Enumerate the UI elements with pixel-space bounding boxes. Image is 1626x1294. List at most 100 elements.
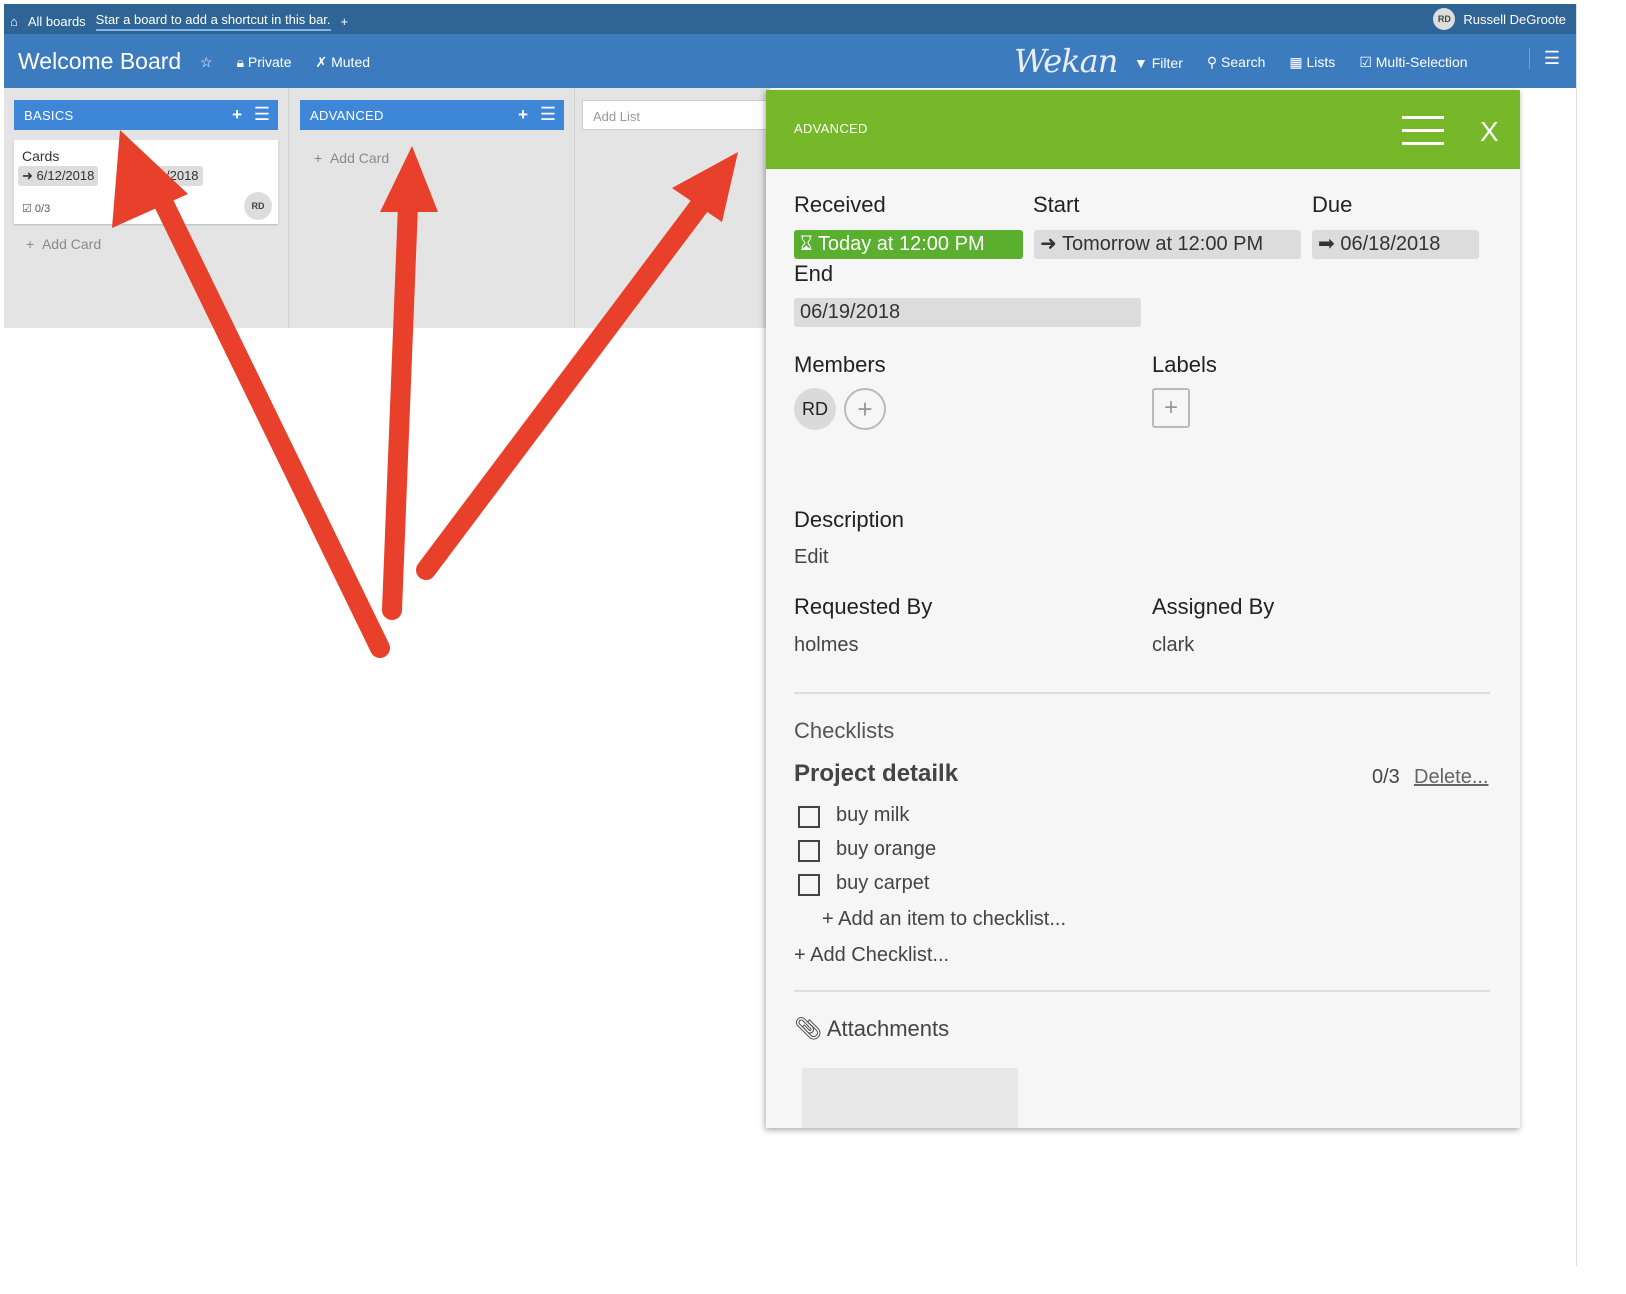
badge-date: /2018 (166, 168, 199, 183)
add-list-input[interactable]: Add List (582, 100, 770, 130)
add-member-icon[interactable]: + (844, 388, 886, 430)
multi-selection-label: Multi-Selection (1375, 54, 1468, 70)
add-shortcut-button[interactable]: + (341, 14, 349, 29)
end-date: 06/19/2018 (800, 301, 901, 323)
close-icon[interactable]: X (1480, 116, 1499, 148)
add-item-label: Add an item to checklist... (838, 908, 1067, 930)
grid-icon: ▦ (1289, 54, 1303, 70)
add-label-icon[interactable]: + (1152, 388, 1190, 428)
attachment-placeholder[interactable] (802, 1068, 1018, 1128)
received-label: Received (794, 192, 886, 217)
start-label: Start (1033, 192, 1080, 217)
received-date-pill[interactable]: ⌛︎ Today at 12:00 PM (794, 230, 1023, 259)
assigned-by-value[interactable]: clark (1152, 634, 1194, 657)
list-header[interactable]: ADVANCED + ☰ (300, 100, 564, 130)
list-name[interactable]: ADVANCED (310, 108, 384, 123)
member-avatar[interactable]: RD (244, 192, 272, 220)
checklist-progress: 0/3 (1372, 766, 1400, 788)
checklist-delete-link[interactable]: Delete... (1414, 766, 1488, 789)
checklist-item[interactable]: buy milk (836, 804, 909, 827)
card-list-name: ADVANCED (794, 121, 868, 136)
start-date-pill[interactable]: ➜ Tomorrow at 12:00 PM (1034, 230, 1301, 259)
multi-selection-button[interactable]: ☑ Multi-Selection (1359, 54, 1467, 71)
user-avatar[interactable]: RD (1433, 8, 1456, 30)
requested-by-value[interactable]: holmes (794, 634, 858, 657)
end-date-pill[interactable]: 06/19/2018 (794, 298, 1141, 327)
paperclip-icon: 📎︎ (794, 1016, 822, 1041)
list-divider (574, 88, 575, 328)
checklist-item[interactable]: buy orange (836, 838, 936, 861)
checklists-label: Checklists (794, 718, 895, 743)
lists-view-button[interactable]: ▦ Lists (1289, 54, 1335, 71)
labels-label: Labels (1152, 352, 1217, 377)
checklist-item[interactable]: buy carpet (836, 872, 929, 895)
hourglass-icon: ⌛︎ (800, 233, 813, 255)
lock-icon: 🔒︎ (236, 54, 245, 70)
due-date-pill[interactable]: ➡ 06/18/2018 (1312, 230, 1479, 259)
add-checklist-item-button[interactable]: + Add an item to checklist... (822, 908, 1066, 931)
assigned-by-label: Assigned By (1152, 594, 1275, 619)
list-name[interactable]: BASICS (24, 108, 73, 123)
user-name[interactable]: Russell DeGroote (1463, 12, 1566, 27)
user-menu[interactable]: RD Russell DeGroote (1433, 8, 1566, 30)
list-menu-icon[interactable]: ☰ (540, 104, 556, 125)
sign-in-icon: ➜ (1040, 233, 1057, 255)
filter-icon: ▼ (1134, 54, 1148, 71)
description-edit-link[interactable]: Edit (794, 546, 828, 569)
search-button[interactable]: ⚲ Search (1207, 54, 1266, 71)
wekan-app: ⌂ All boards Star a board to add a short… (4, 4, 1577, 1266)
card-title: Cards (22, 148, 60, 164)
received-date: Today at 12:00 PM (817, 233, 985, 255)
shortcut-hint: Star a board to add a shortcut in this b… (95, 12, 331, 31)
card-detail-panel: ADVANCED X Received Start Due ⌛︎ Today a… (766, 90, 1520, 1128)
home-icon[interactable]: ⌂ (10, 14, 18, 29)
all-boards-link[interactable]: All boards (28, 14, 86, 29)
checklist-badge: ☑ 0/3 (22, 203, 51, 215)
divider (794, 692, 1490, 694)
badge-date: 6/12/2018 (36, 168, 95, 183)
star-icon[interactable]: ☆ (200, 54, 213, 71)
card-menu-icon[interactable] (1402, 116, 1444, 155)
muted-toggle[interactable]: ✗ Muted (315, 54, 370, 71)
checklist-checkbox[interactable] (798, 806, 820, 828)
checkbox-icon: ☑ (1359, 54, 1372, 70)
muted-label: Muted (331, 54, 371, 70)
top-header: ⌂ All boards Star a board to add a short… (4, 4, 1576, 34)
lists-label: Lists (1306, 54, 1336, 70)
checklist-title[interactable]: Project detailk (794, 760, 958, 788)
filter-button[interactable]: ▼ Filter (1134, 55, 1183, 71)
description-label: Description (794, 507, 905, 532)
add-card-label: Add Card (41, 236, 102, 252)
filter-label: Filter (1151, 54, 1183, 71)
attachments-text: Attachments (826, 1016, 950, 1041)
add-checklist-button[interactable]: + Add Checklist... (794, 944, 949, 967)
requested-by-label: Requested By (794, 594, 933, 619)
due-label: Due (1312, 192, 1353, 217)
start-date-badge[interactable]: ➜ 6/12/2018 (18, 166, 99, 186)
add-card-button[interactable]: + Add Card (314, 150, 389, 166)
add-card-button[interactable]: + Add Card (26, 236, 101, 252)
list-header[interactable]: BASICS + ☰ (14, 100, 278, 130)
list-divider (288, 88, 289, 328)
due-date-badge[interactable]: /2018 (126, 166, 203, 186)
add-checklist-label: Add Checklist... (810, 944, 950, 966)
minicard[interactable]: Cards ➜ 6/12/2018 /2018 ☑ 0/3 RD (14, 140, 278, 224)
checklist-count: 0/3 (34, 203, 51, 215)
private-toggle[interactable]: 🔒︎ Private (237, 54, 292, 71)
add-card-top-icon[interactable]: + (518, 105, 528, 125)
attachments-label: 📎︎ Attachments (794, 1016, 949, 1042)
search-label: Search (1221, 54, 1266, 70)
checklist-checkbox[interactable] (798, 874, 820, 896)
list-menu-icon[interactable]: ☰ (254, 104, 270, 125)
list-advanced: ADVANCED + ☰ + Add Card (290, 88, 572, 328)
due-date: 06/18/2018 (1340, 233, 1441, 255)
board-title[interactable]: Welcome Board (18, 48, 181, 75)
card-detail-header: ADVANCED X (766, 90, 1520, 169)
add-card-top-icon[interactable]: + (232, 105, 242, 125)
member-avatar[interactable]: RD (794, 388, 836, 430)
plus-icon: + (822, 908, 834, 930)
board-header: Welcome Board ☆ 🔒︎ Private ✗ Muted Wekan… (4, 34, 1576, 88)
checklist-checkbox[interactable] (798, 840, 820, 862)
add-card-label: Add Card (329, 150, 390, 166)
board-menu-icon[interactable]: ☰ (1528, 48, 1560, 69)
